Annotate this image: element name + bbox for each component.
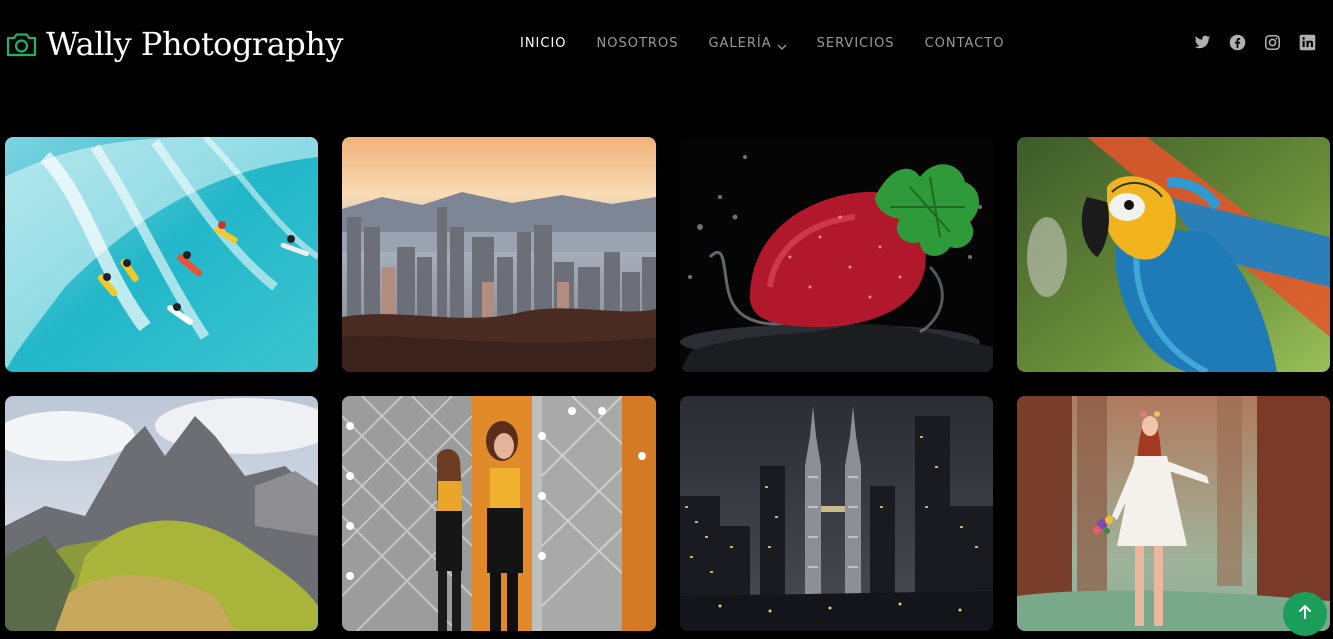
gallery-photo-mountains[interactable]: [5, 396, 318, 631]
gallery-photo-surfers[interactable]: [5, 137, 318, 372]
nav-item-servicios[interactable]: SERVICIOS: [817, 34, 895, 54]
camera-icon: [5, 28, 38, 61]
facebook-icon[interactable]: [1229, 34, 1246, 51]
brand-logo[interactable]: Wally Photography: [5, 22, 343, 66]
arrow-up-icon: [1296, 603, 1314, 625]
gallery-photo-skyline[interactable]: [342, 137, 656, 372]
nav-item-galeria[interactable]: GALERÍA: [708, 34, 787, 54]
nav-item-galeria-label: GALERÍA: [708, 36, 772, 51]
main-nav: INICIO NOSOTROS GALERÍA SERVICIOS CONTAC…: [520, 34, 1004, 54]
gallery-photo-forest-model[interactable]: [1017, 396, 1330, 631]
back-to-top-button[interactable]: [1283, 592, 1327, 636]
brand-name: Wally Photography: [46, 25, 343, 63]
gallery-photo-parrot[interactable]: [1017, 137, 1330, 372]
nav-item-nosotros[interactable]: NOSOTROS: [597, 34, 679, 54]
gallery-photo-night-city[interactable]: [680, 396, 993, 631]
gallery-photo-strawberry[interactable]: [680, 137, 993, 372]
site-header: Wally Photography INICIO NOSOTROS GALERÍ…: [0, 0, 1333, 90]
nav-item-inicio[interactable]: INICIO: [520, 34, 567, 54]
twitter-icon[interactable]: [1194, 34, 1211, 51]
linkedin-icon[interactable]: [1299, 34, 1316, 51]
gallery-photo-mirror-model[interactable]: [342, 396, 656, 631]
nav-item-contacto[interactable]: CONTACTO: [925, 34, 1005, 54]
photo-gallery: [5, 137, 1330, 631]
chevron-down-icon: [777, 39, 787, 50]
social-links: [1194, 34, 1316, 51]
instagram-icon[interactable]: [1264, 34, 1281, 51]
